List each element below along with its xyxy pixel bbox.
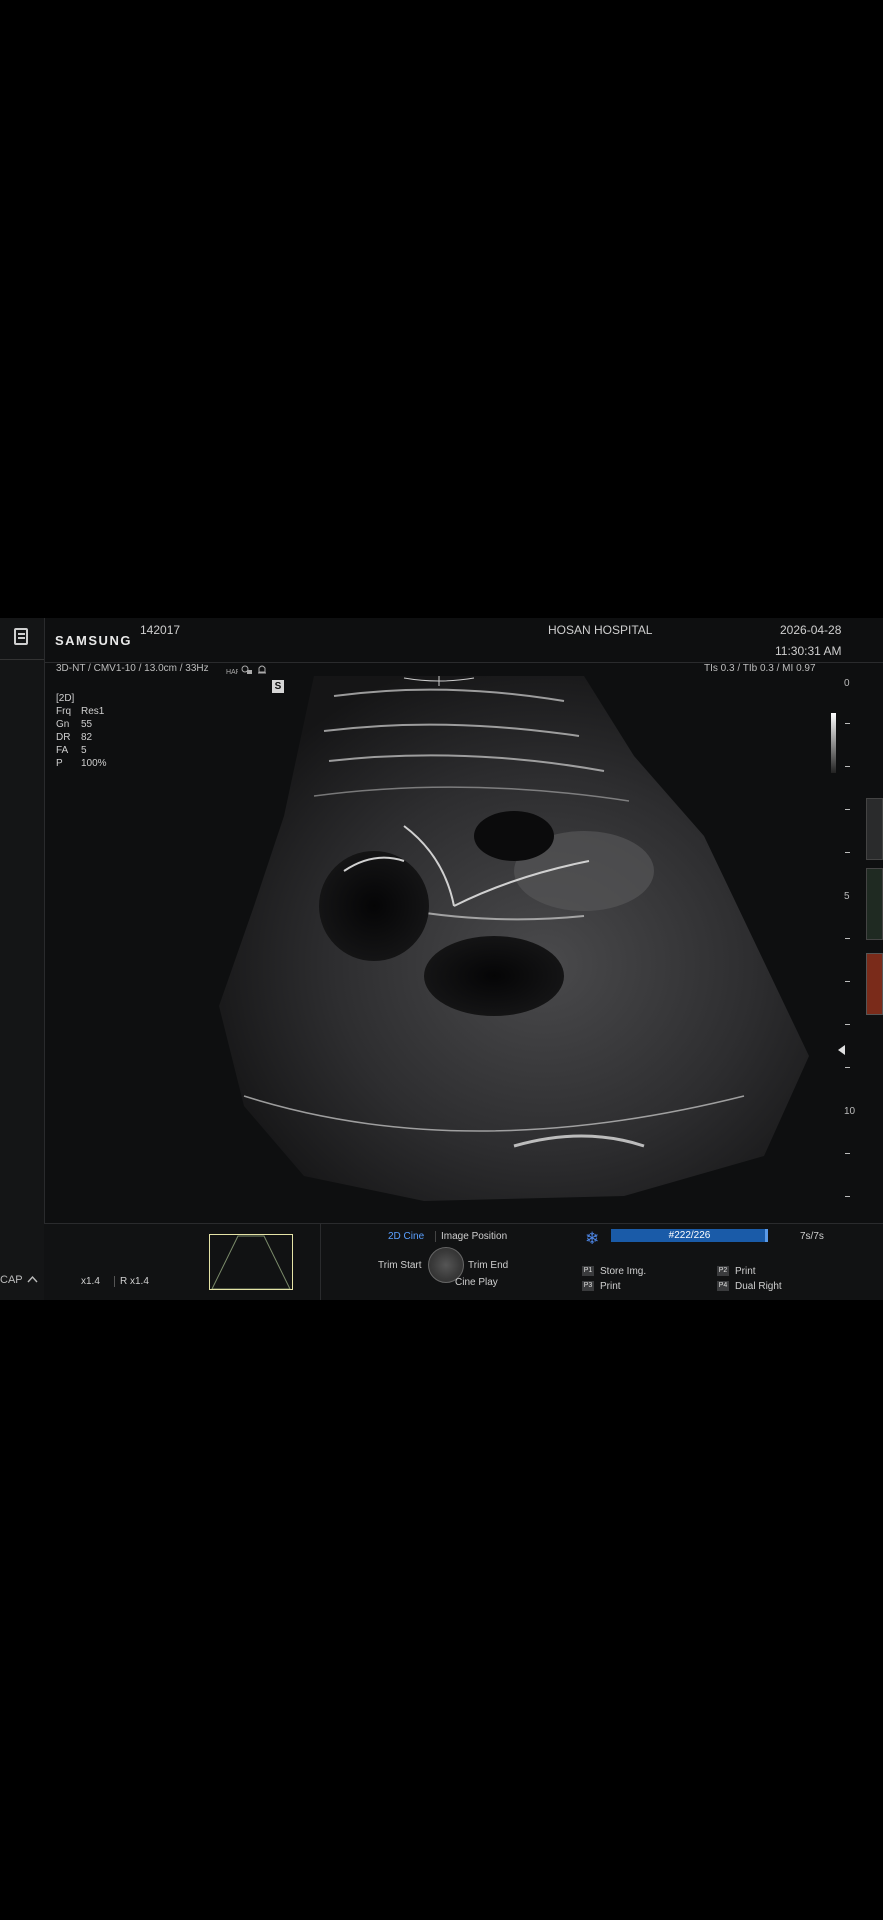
thumbnail[interactable] bbox=[866, 798, 883, 860]
depth-tick bbox=[845, 766, 850, 767]
exam-time: 11:30:31 AM bbox=[775, 644, 842, 658]
cine-duration: 7s/7s bbox=[800, 1231, 824, 1242]
p4-badge: P4 bbox=[717, 1281, 729, 1292]
depth-tick bbox=[845, 809, 850, 810]
focus-marker-icon[interactable] bbox=[838, 1045, 845, 1055]
p4-key[interactable]: P4 Dual Right bbox=[717, 1281, 782, 1292]
cine-play-button[interactable]: Cine Play bbox=[455, 1277, 498, 1288]
frame-counter: #222/226 bbox=[668, 1230, 711, 1241]
probe-info: 3D-NT / CMV1-10 / 13.0cm / 33Hz bbox=[56, 663, 209, 674]
top-bar: SAMSUNG 142017 HOSAN HOSPITAL 2026-04-28… bbox=[44, 618, 883, 663]
hospital-name: HOSAN HOSPITAL bbox=[548, 623, 653, 637]
zoom-r-factor: R x1.4 bbox=[114, 1276, 149, 1287]
svg-text:HAR: HAR bbox=[226, 669, 238, 675]
bottom-panel: x1.4 R x1.4 2D Cine Image Position Trim … bbox=[44, 1223, 883, 1300]
p3-badge: P3 bbox=[582, 1281, 594, 1292]
exam-date: 2026-04-28 bbox=[780, 623, 842, 637]
p2-label: Print bbox=[735, 1266, 756, 1277]
p3-key[interactable]: P3 Print bbox=[582, 1281, 621, 1292]
cap-label: CAP bbox=[0, 1274, 23, 1286]
harmonic-icon: HAR bbox=[226, 669, 238, 675]
brand-logo: SAMSUNG bbox=[55, 633, 132, 648]
trim-start-button[interactable]: Trim Start bbox=[378, 1260, 422, 1271]
chevron-up-icon bbox=[27, 1275, 39, 1283]
depth-tick bbox=[845, 723, 850, 724]
depth-scale: 0 5 10 bbox=[843, 678, 863, 1198]
depth-label: 0 bbox=[844, 678, 850, 689]
report-icon[interactable] bbox=[14, 628, 28, 645]
p2-badge: P2 bbox=[717, 1266, 729, 1277]
depth-tick bbox=[845, 852, 850, 853]
trim-end-button[interactable]: Trim End bbox=[468, 1260, 508, 1271]
depth-tick bbox=[845, 1153, 850, 1154]
p1-label: Store Img. bbox=[600, 1266, 647, 1277]
ultrasound-screen: CAP SAMSUNG 142017 HOSAN HOSPITAL 2026-0… bbox=[0, 618, 883, 1300]
depth-tick bbox=[845, 1067, 850, 1068]
grayscale-bar bbox=[831, 713, 836, 773]
p2-key[interactable]: P2 Print bbox=[717, 1266, 756, 1277]
left-sidebar: CAP bbox=[0, 618, 45, 1300]
depth-tick bbox=[845, 1196, 850, 1197]
p4-label: Dual Right bbox=[735, 1281, 782, 1292]
sector-outline bbox=[211, 1235, 291, 1290]
tab-image-position[interactable]: Image Position bbox=[435, 1231, 507, 1242]
panel-divider bbox=[320, 1224, 321, 1300]
image-position-thumbnail[interactable] bbox=[209, 1234, 293, 1290]
p1-badge: P1 bbox=[582, 1266, 594, 1277]
depth-tick bbox=[845, 981, 850, 982]
depth-label: 5 bbox=[844, 891, 850, 902]
ultrasound-image[interactable] bbox=[44, 676, 840, 1206]
thumbnail[interactable] bbox=[866, 953, 883, 1015]
freeze-snowflake-icon[interactable]: ❄ bbox=[585, 1229, 599, 1249]
thumbnail[interactable] bbox=[866, 868, 883, 940]
baby-icon bbox=[241, 665, 252, 674]
p3-label: Print bbox=[600, 1281, 621, 1292]
patient-id: 142017 bbox=[140, 623, 181, 637]
thermal-index: TIs 0.3 / TIb 0.3 / MI 0.97 bbox=[704, 663, 816, 674]
cine-progress-bar[interactable]: #222/226 bbox=[611, 1229, 768, 1242]
depth-label: 10 bbox=[844, 1106, 856, 1117]
p1-key[interactable]: P1 Store Img. bbox=[582, 1266, 646, 1277]
depth-tick bbox=[845, 938, 850, 939]
zoom-factor: x1.4 bbox=[81, 1276, 100, 1287]
tab-2d-cine[interactable]: 2D Cine bbox=[388, 1231, 424, 1242]
bell-icon bbox=[258, 665, 266, 674]
cap-toggle[interactable]: CAP bbox=[0, 1274, 39, 1286]
sidebar-divider bbox=[0, 659, 44, 660]
depth-tick bbox=[845, 1024, 850, 1025]
right-thumbnail-strip bbox=[864, 798, 883, 1028]
